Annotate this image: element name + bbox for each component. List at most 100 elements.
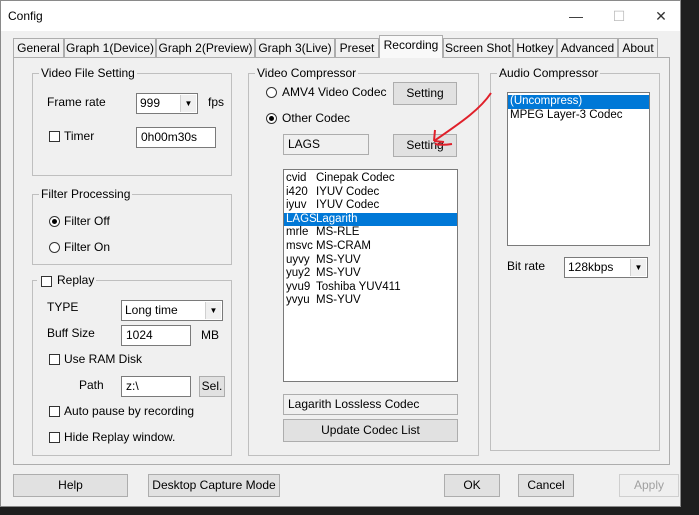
desktop-capture-button[interactable]: Desktop Capture Mode — [148, 474, 280, 497]
codec-list-item[interactable]: yvyu MS-YUV — [284, 294, 457, 308]
filter-on-radio[interactable] — [49, 242, 60, 253]
ram-disk-label: Use RAM Disk — [64, 352, 143, 366]
codec-fourcc: cvid — [286, 172, 307, 184]
fps-label: fps — [208, 95, 225, 109]
tab-preset[interactable]: Preset — [335, 38, 379, 57]
codec-list-item[interactable]: yuy2 MS-YUV — [284, 267, 457, 281]
tab-screen-shot[interactable]: Screen Shot — [443, 38, 513, 57]
codec-name: MS-RLE — [316, 226, 360, 239]
audio-compressor-group: Audio Compressor (Uncompress) MPEG Layer-… — [490, 66, 660, 451]
chevron-down-icon[interactable]: ▼ — [630, 259, 646, 276]
filter-off-radio[interactable] — [49, 216, 60, 227]
codec-name: IYUV Codec — [316, 185, 380, 198]
amv4-radio[interactable] — [266, 87, 277, 98]
title-bar: Config — ☐ ✕ — [1, 1, 680, 31]
close-button[interactable]: ✕ — [641, 3, 681, 29]
codec-fourcc-field: LAGS — [283, 134, 369, 155]
update-codec-list-button[interactable]: Update Codec List — [283, 419, 458, 442]
codec-fourcc: uyvy — [286, 253, 310, 266]
bitrate-combo[interactable]: 128kbps ▼ — [564, 257, 648, 278]
codec-name: Lagarith — [316, 212, 358, 225]
tab-graph2[interactable]: Graph 2(Preview) — [156, 38, 255, 57]
audio-codec-item[interactable]: (Uncompress) — [508, 95, 649, 109]
timer-input[interactable]: 0h00m30s — [136, 127, 216, 148]
type-combo[interactable]: Long time ▼ — [121, 300, 223, 321]
tab-graph1[interactable]: Graph 1(Device) — [64, 38, 156, 57]
codec-list-item[interactable]: i420 IYUV Codec — [284, 186, 457, 200]
frame-rate-label: Frame rate — [47, 95, 106, 109]
codec-fourcc: yvyu — [286, 294, 310, 307]
type-value: Long time — [125, 303, 178, 317]
frame-rate-value: 999 — [140, 96, 161, 110]
timer-label: Timer — [64, 129, 95, 143]
sel-button[interactable]: Sel. — [199, 376, 225, 397]
auto-pause-label: Auto pause by recording — [64, 404, 195, 418]
codec-description-field: Lagarith Lossless Codec — [283, 394, 458, 415]
codec-name: Cinepak Codec — [316, 172, 395, 184]
codec-list-item[interactable]: yvu9 Toshiba YUV411 — [284, 281, 457, 295]
codec-fourcc: mrle — [286, 226, 309, 239]
filter-on-label: Filter On — [64, 240, 111, 254]
tab-about[interactable]: About — [618, 38, 658, 57]
audio-codec-item[interactable]: MPEG Layer-3 Codec — [508, 109, 649, 123]
codec-list-item[interactable]: uyvy MS-YUV — [284, 254, 457, 268]
amv4-label: AMV4 Video Codec — [282, 85, 387, 99]
codec-name: Toshiba YUV411 — [316, 280, 401, 293]
window-title: Config — [8, 9, 43, 23]
type-label: TYPE — [47, 300, 79, 314]
codec-fourcc: i420 — [286, 185, 308, 198]
maximize-button: ☐ — [612, 8, 626, 24]
cancel-button[interactable]: Cancel — [518, 474, 574, 497]
buff-unit-label: MB — [201, 328, 219, 342]
codec-name: MS-YUV — [316, 294, 361, 307]
config-window: Config — ☐ ✕ General Graph 1(Device) Gra… — [0, 0, 681, 507]
filter-title: Filter Processing — [39, 187, 133, 201]
chevron-down-icon[interactable]: ▼ — [205, 302, 221, 319]
replay-checkbox[interactable] — [41, 276, 52, 287]
frame-rate-combo[interactable]: 999 ▼ — [136, 93, 198, 114]
codec-list-item[interactable]: msvc MS-CRAM — [284, 240, 457, 254]
red-arrow-annotation — [433, 92, 492, 146]
codec-list-item[interactable]: iyuv IYUV Codec — [284, 199, 457, 213]
replay-group: Replay TYPE Long time ▼ Buff Size 1024 M… — [32, 273, 232, 456]
audio-compressor-title: Audio Compressor — [497, 66, 601, 80]
codec-name: MS-CRAM — [316, 239, 371, 252]
codec-fourcc: yvu9 — [286, 280, 311, 293]
codec-name: IYUV Codec — [316, 199, 380, 212]
bitrate-value: 128kbps — [568, 260, 614, 274]
tab-hotkey[interactable]: Hotkey — [513, 38, 557, 57]
other-codec-label: Other Codec — [282, 111, 351, 125]
buff-size-input[interactable]: 1024 — [121, 325, 191, 346]
codec-fourcc: iyuv — [286, 199, 307, 212]
bitrate-label: Bit rate — [507, 259, 546, 273]
apply-button: Apply — [619, 474, 679, 497]
tab-general[interactable]: General — [13, 38, 64, 57]
path-input[interactable]: z:\ — [121, 376, 191, 397]
other-codec-radio[interactable] — [266, 113, 277, 124]
codec-listbox[interactable]: cvid Cinepak Codec i420 IYUV Codec iyuv IYUV … — [283, 169, 458, 382]
codec-fourcc: msvc — [286, 239, 313, 252]
codec-list-item[interactable]: cvid Cinepak Codec — [284, 172, 457, 186]
codec-fourcc: LAGS — [286, 212, 317, 225]
minimize-button[interactable]: — — [556, 3, 596, 29]
timer-checkbox[interactable] — [49, 131, 60, 142]
help-button[interactable]: Help — [13, 474, 128, 497]
tab-graph3[interactable]: Graph 3(Live) — [255, 38, 335, 57]
codec-name: MS-YUV — [316, 267, 361, 280]
codec-fourcc: yuy2 — [286, 267, 311, 280]
codec-list-item[interactable]: LAGSLagarith — [284, 212, 457, 227]
codec-list-item[interactable]: mrle MS-RLE — [284, 226, 457, 240]
auto-pause-checkbox[interactable] — [49, 406, 60, 417]
audio-codec-listbox[interactable]: (Uncompress) MPEG Layer-3 Codec — [507, 92, 650, 246]
recording-panel: Video File Setting Frame rate 999 ▼ fps … — [13, 57, 670, 465]
tab-recording[interactable]: Recording — [379, 35, 443, 58]
ok-button[interactable]: OK — [444, 474, 500, 497]
ram-disk-checkbox[interactable] — [49, 354, 60, 365]
buff-size-label: Buff Size — [47, 326, 95, 340]
video-compressor-title: Video Compressor — [255, 66, 359, 80]
video-file-group: Video File Setting Frame rate 999 ▼ fps … — [32, 66, 232, 176]
hide-replay-checkbox[interactable] — [49, 432, 60, 443]
chevron-down-icon[interactable]: ▼ — [180, 95, 196, 112]
tab-advanced[interactable]: Advanced — [557, 38, 618, 57]
filter-off-label: Filter Off — [64, 214, 110, 228]
